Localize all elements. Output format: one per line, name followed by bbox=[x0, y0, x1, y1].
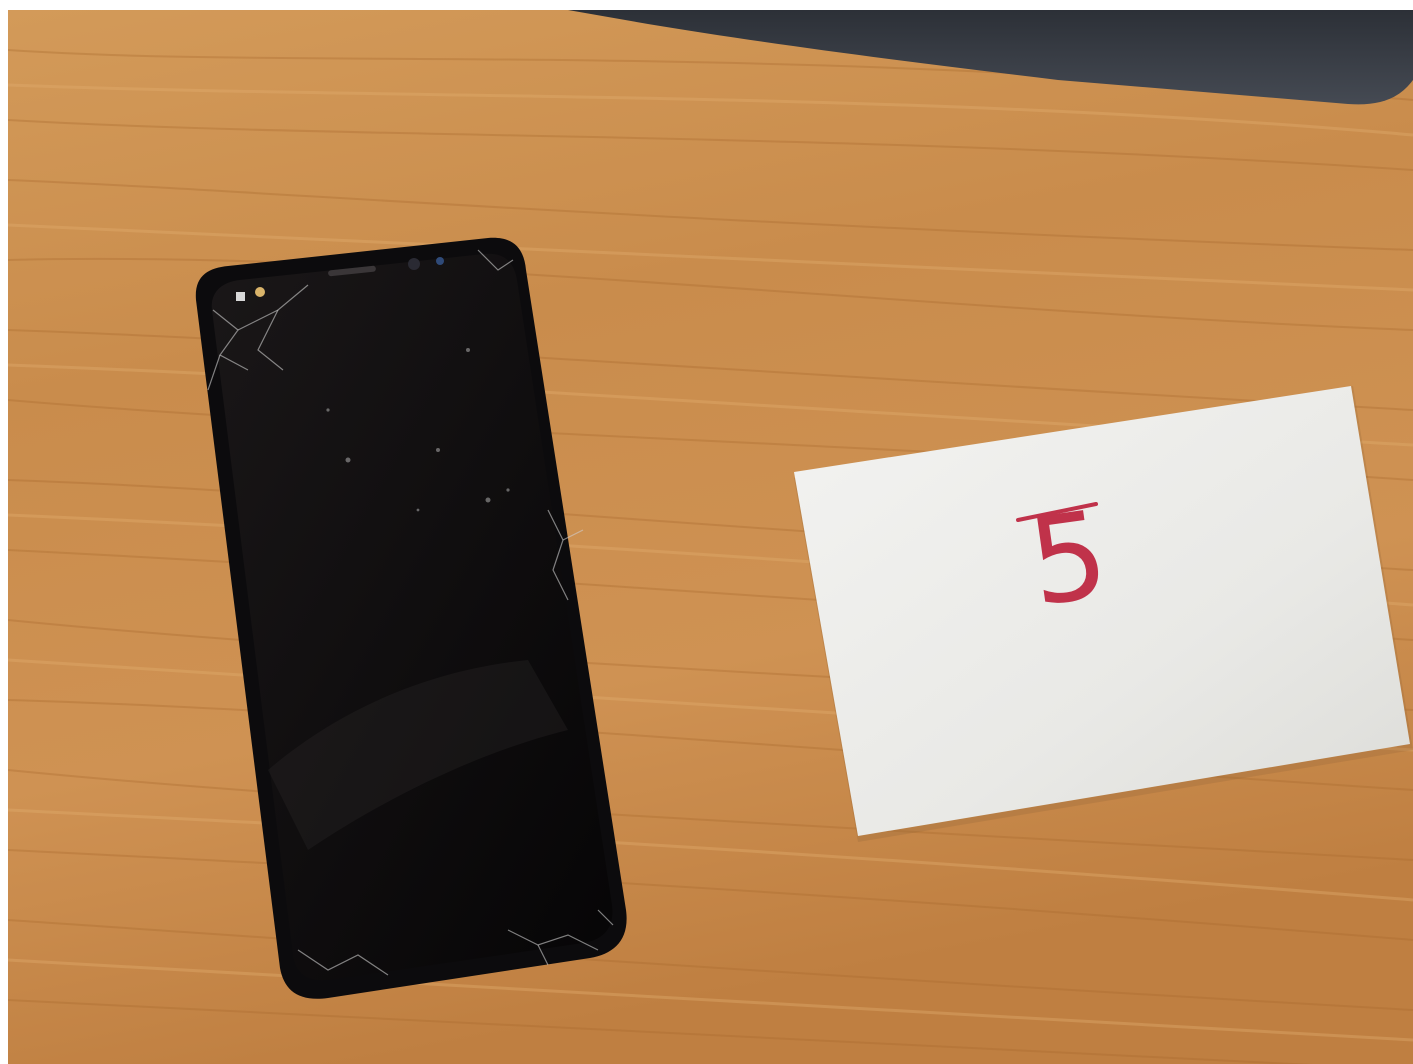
sensor-icon bbox=[436, 257, 444, 265]
front-camera-icon bbox=[408, 258, 420, 270]
photo-canvas: 5 bbox=[8, 10, 1413, 1064]
flash-icon bbox=[255, 287, 265, 297]
photo: 5 bbox=[8, 10, 1413, 1064]
iris-sensor bbox=[236, 292, 245, 301]
